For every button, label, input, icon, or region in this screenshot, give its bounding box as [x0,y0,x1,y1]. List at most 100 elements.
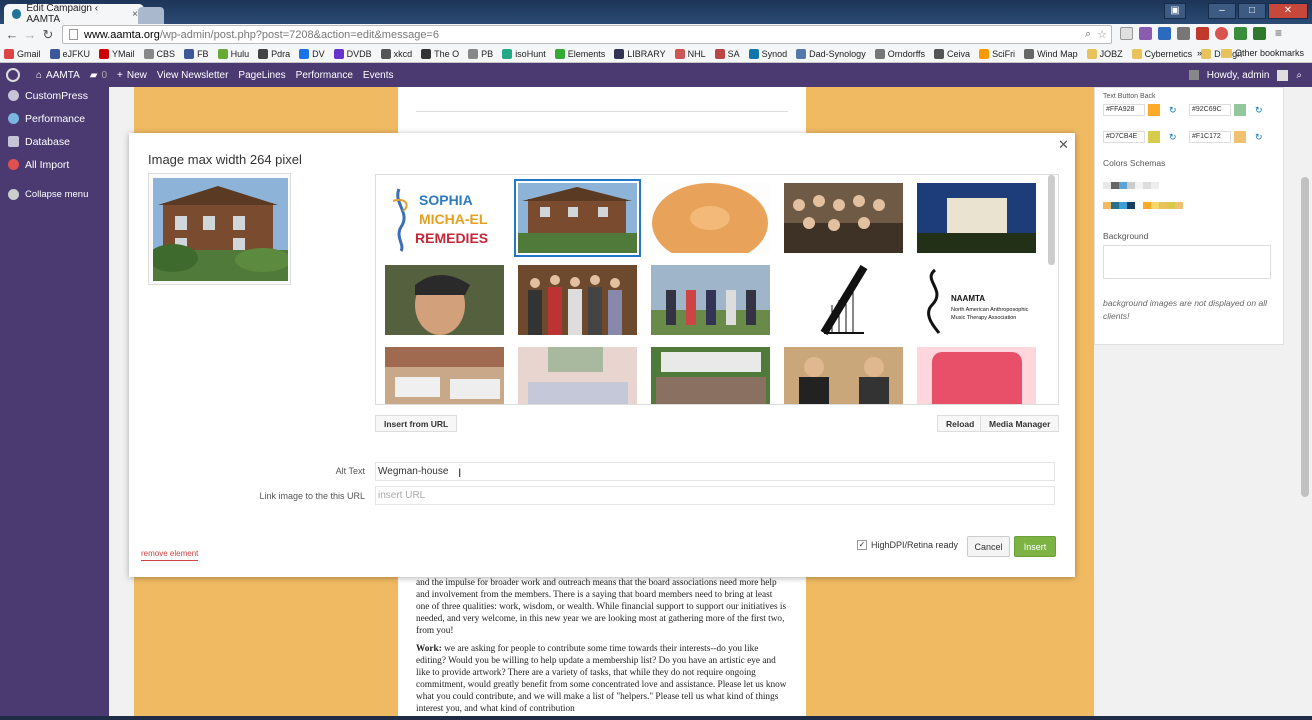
extension-icon[interactable] [1120,27,1133,40]
checkbox-checked-icon[interactable]: ✓ [857,540,867,550]
insert-button[interactable]: Insert [1014,536,1056,557]
bookmark-item[interactable]: SciFri [979,48,1015,59]
thumbnail-portrait[interactable] [385,265,504,335]
minimize-icon[interactable]: – [1208,3,1236,19]
forward-icon[interactable]: → [21,27,39,42]
color-chip[interactable] [1148,104,1160,116]
bookmark-item[interactable]: xkcd [380,48,412,59]
thumbnail-large-group[interactable] [651,347,770,404]
user-profile-icon[interactable]: ▣ [1164,3,1186,19]
color-swatch-3[interactable]: #D7CB4E ↻ [1103,131,1177,143]
search-icon[interactable]: ⌕ [1296,70,1302,81]
thumbnail-lyre-drawing[interactable] [784,265,903,335]
link-url-input[interactable]: insert URL [375,486,1055,505]
color-chip[interactable] [1148,131,1160,143]
admin-bar-site[interactable]: ⌂ AAMTA [36,70,80,81]
alt-text-input[interactable]: Wegman-house [375,462,1055,481]
thumbnail-house-selected[interactable] [514,179,641,257]
extension-icon[interactable] [1234,27,1247,40]
menu-icon[interactable]: ≡ [1272,27,1285,40]
color-schema-1[interactable] [1103,182,1159,189]
bookmark-item[interactable]: Dad-Synology [796,48,866,59]
browser-tab-active[interactable]: Edit Campaign ‹ AAMTA × [4,3,144,25]
extension-icon[interactable] [1158,27,1171,40]
thumbnail-building[interactable] [917,183,1036,253]
thumbnail-room-1[interactable] [385,347,504,404]
bookmark-item[interactable]: Cybernetics [1131,48,1192,59]
bookmark-item[interactable]: DV [299,48,325,59]
bookmark-item[interactable]: eJFKU [49,48,90,59]
back-icon[interactable]: ← [3,27,21,42]
extension-icon[interactable] [1253,27,1266,40]
bookmark-item[interactable]: Ceiva [934,48,970,59]
collapse-menu-button[interactable]: Collapse menu [0,183,109,206]
bookmark-item[interactable]: Elements [554,48,605,59]
color-chip[interactable] [1234,131,1246,143]
bookmark-item[interactable]: isoHunt [502,48,546,59]
bookmark-item[interactable]: The O [421,48,459,59]
insert-from-url-button[interactable]: Insert from URL [375,415,458,432]
color-swatch-2[interactable]: #92C69C ↻ [1189,104,1263,116]
admin-bar-comments[interactable]: ▰ 0 [90,70,107,81]
new-tab-button[interactable] [138,7,164,24]
bookmark-item[interactable]: Wind Map [1024,48,1078,59]
sidebar-item-performance[interactable]: Performance [0,107,109,130]
other-bookmarks[interactable]: » Other bookmarks [1197,48,1304,58]
thumbnail-pink-object[interactable] [917,347,1036,404]
bookmark-item[interactable]: NHL [674,48,706,59]
bookmark-item[interactable]: Pdra [258,48,290,59]
thumbnail-sophia-logo[interactable]: SOPHIA MICHA-EL REMEDIES [385,183,504,253]
refresh-icon[interactable]: ↻ [1255,105,1263,116]
remove-element-link[interactable]: remove element [141,549,199,561]
thumbnail-group-photo-2[interactable] [518,265,637,335]
thumbnail-group-photo-3[interactable] [651,265,770,335]
color-swatch-4[interactable]: #F1C172 ↻ [1189,131,1263,143]
sidebar-item-custompress[interactable]: CustomPress [0,84,109,107]
bookmarks-more[interactable]: » [1197,48,1202,58]
thumbnail-conversation[interactable] [784,347,903,404]
address-bar[interactable]: www.aamta.org/wp-admin/post.php?post=720… [62,25,1112,44]
bookmark-item[interactable]: Synod [748,48,787,59]
bookmark-star-icon[interactable]: ☆ [1097,28,1107,41]
window-close-icon[interactable]: ✕ [1268,3,1308,19]
extension-icon[interactable] [1139,27,1152,40]
sidebar-item-all-import[interactable]: All Import [0,153,109,176]
admin-bar-account[interactable]: Howdy, admin ⌕ [1188,63,1302,87]
color-chip[interactable] [1234,104,1246,116]
color-hex[interactable]: #F1C172 [1189,131,1231,143]
bookmark-item[interactable]: LIBRARY [614,48,666,59]
color-swatch-1[interactable]: #FFA928 ↻ [1103,104,1177,116]
color-hex[interactable]: #D7CB4E [1103,131,1145,143]
extension-icon[interactable] [1177,27,1190,40]
admin-bar-new[interactable]: + New [117,70,147,81]
thumbnail-naamta-logo[interactable]: NAAMTA North American Anthroposophic Mus… [917,265,1036,335]
thumbnail-room-2[interactable] [518,347,637,404]
refresh-icon[interactable]: ↻ [1255,132,1263,143]
zoom-icon[interactable]: ⌕ [1085,28,1091,41]
refresh-icon[interactable]: ↻ [1169,105,1177,116]
reload-button[interactable]: Reload [937,415,984,432]
bookmark-item[interactable]: JOBZ [1086,48,1123,59]
admin-bar-events[interactable]: Events [363,70,394,81]
thumbnail-group-photo-1[interactable] [784,183,903,253]
scrollbar-thumb[interactable] [1301,177,1309,497]
page-scrollbar[interactable] [1298,87,1312,720]
reload-icon[interactable]: ↻ [39,27,57,43]
maximize-icon[interactable]: □ [1238,3,1266,19]
hidpi-checkbox[interactable]: ✓ HighDPI/Retina ready [857,540,958,550]
admin-bar-view-newsletter[interactable]: View Newsletter [157,70,229,81]
refresh-icon[interactable]: ↻ [1169,132,1177,143]
grid-scrollbar[interactable] [1048,175,1055,265]
admin-bar-performance[interactable]: Performance [296,70,353,81]
bookmark-item[interactable]: CBS [143,48,175,59]
color-schema-2[interactable] [1103,202,1183,209]
modal-close-icon[interactable]: ✕ [1058,137,1069,153]
admin-bar-pagelines[interactable]: PageLines [238,70,285,81]
media-thumbnail-grid[interactable]: SOPHIA MICHA-EL REMEDIES NAAMTA North Am… [375,174,1059,405]
sidebar-item-database[interactable]: Database [0,130,109,153]
bookmark-item[interactable]: Gmail [4,48,41,59]
extension-icon[interactable] [1196,27,1209,40]
media-manager-button[interactable]: Media Manager [980,415,1060,432]
bookmark-item[interactable]: YMail [99,48,135,59]
thumbnail-bread[interactable] [651,183,770,253]
